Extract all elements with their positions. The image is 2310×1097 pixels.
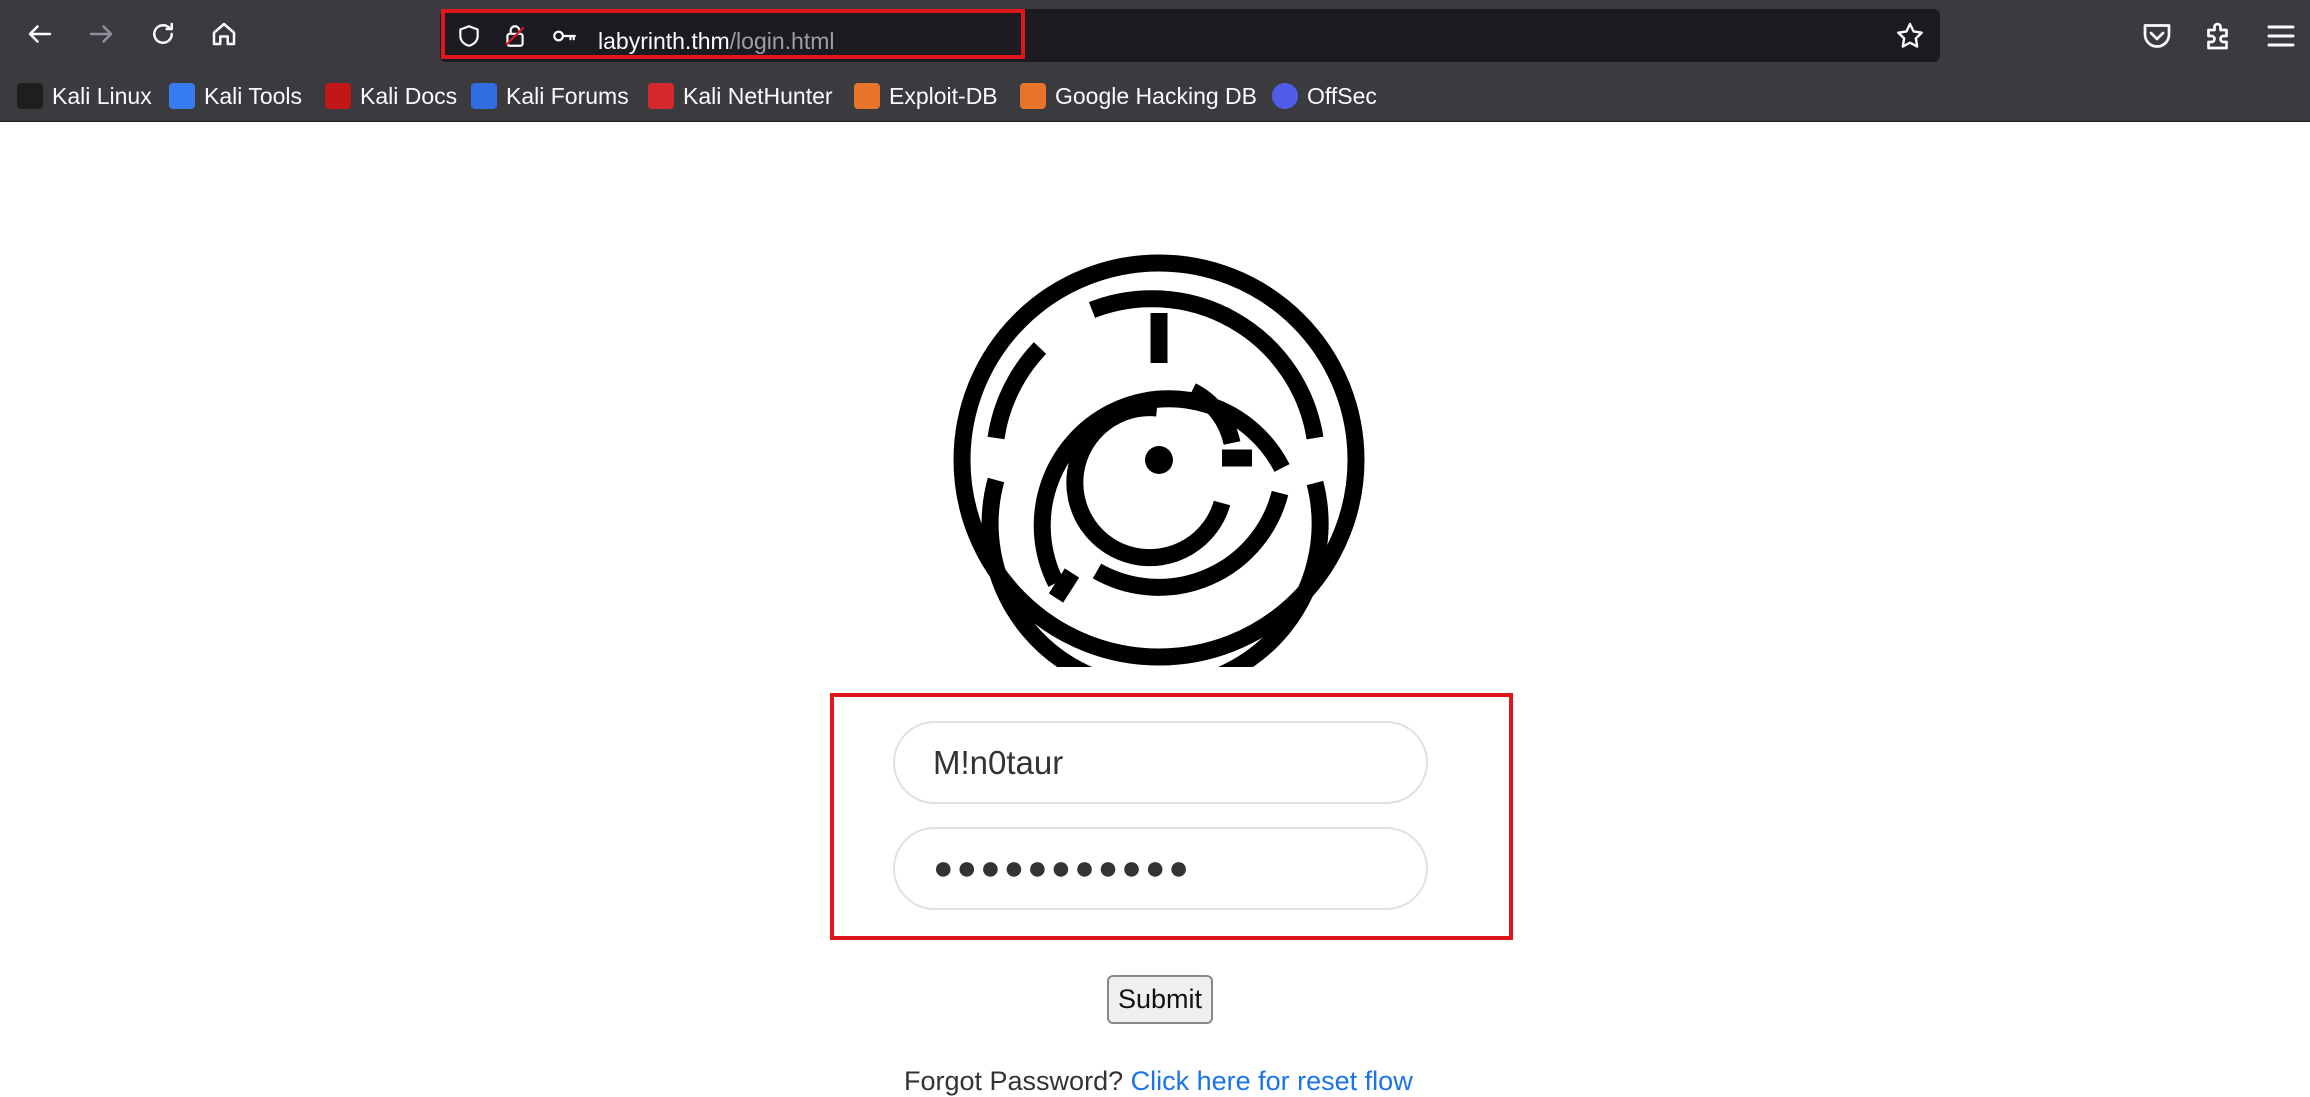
bookmark-exploit-db[interactable]: Exploit-DB — [854, 81, 998, 111]
puzzle-icon — [2201, 22, 2237, 58]
bookmark-label: Kali Docs — [360, 82, 458, 109]
password-input[interactable]: ●●●●●●●●●●● — [893, 827, 1428, 910]
back-arrow-icon — [25, 19, 55, 54]
forgot-password-line: Forgot Password? Click here for reset fl… — [904, 1066, 1413, 1097]
exploit-db-icon — [854, 83, 880, 109]
username-input[interactable]: M!n0taur — [893, 721, 1428, 804]
browser-toolbar: labyrinth.thm/login.html — [0, 0, 2310, 72]
bookmark-label: Kali NetHunter — [683, 82, 833, 109]
kali-tools-icon — [169, 83, 195, 109]
offsec-icon — [1272, 83, 1298, 109]
hamburger-menu-icon — [2263, 25, 2299, 58]
bookmark-label: Kali Linux — [52, 82, 152, 109]
app-menu-button[interactable] — [2263, 18, 2299, 54]
bookmark-label: Google Hacking DB — [1055, 82, 1257, 109]
forgot-password-text: Forgot Password? — [904, 1066, 1131, 1096]
kali-dragon-icon — [17, 83, 43, 109]
maze-icon — [953, 254, 1365, 698]
forward-arrow-icon — [86, 19, 116, 54]
username-value: M!n0taur — [933, 743, 1064, 781]
kali-forums-icon — [471, 83, 497, 109]
bookmark-star-button[interactable] — [1894, 20, 1926, 52]
bookmark-label: Exploit-DB — [889, 82, 998, 109]
bookmark-kali-tools[interactable]: Kali Tools — [169, 81, 302, 111]
bookmark-kali-nethunter[interactable]: Kali NetHunter — [648, 81, 833, 111]
bookmark-label: Kali Tools — [204, 82, 303, 109]
bookmark-label: Kali Forums — [506, 82, 629, 109]
bookmark-kali-docs[interactable]: Kali Docs — [325, 81, 457, 111]
reload-button[interactable] — [139, 12, 187, 60]
url-highlight-box — [441, 9, 1025, 59]
labyrinth-logo — [952, 253, 1366, 698]
bookmark-offsec[interactable]: OffSec — [1272, 81, 1377, 111]
bookmark-google-hacking-db[interactable]: Google Hacking DB — [1020, 81, 1257, 111]
home-button[interactable] — [200, 12, 248, 60]
home-icon — [209, 19, 239, 54]
reload-icon — [148, 19, 178, 54]
ghdb-icon — [1020, 83, 1046, 109]
pocket-button[interactable] — [2139, 18, 2175, 54]
forward-button[interactable] — [77, 12, 125, 60]
star-icon — [1894, 22, 1926, 56]
bookmark-kali-forums[interactable]: Kali Forums — [471, 81, 629, 111]
password-value: ●●●●●●●●●●● — [933, 849, 1192, 887]
submit-button[interactable]: Submit — [1107, 975, 1213, 1024]
reset-flow-link[interactable]: Click here for reset flow — [1131, 1066, 1413, 1096]
kali-docs-icon — [325, 83, 351, 109]
bookmark-kali-linux[interactable]: Kali Linux — [17, 81, 152, 111]
extensions-button[interactable] — [2201, 18, 2237, 54]
pocket-icon — [2139, 24, 2175, 58]
nethunter-icon — [648, 83, 674, 109]
bookmark-label: OffSec — [1307, 82, 1377, 109]
back-button[interactable] — [16, 12, 64, 60]
